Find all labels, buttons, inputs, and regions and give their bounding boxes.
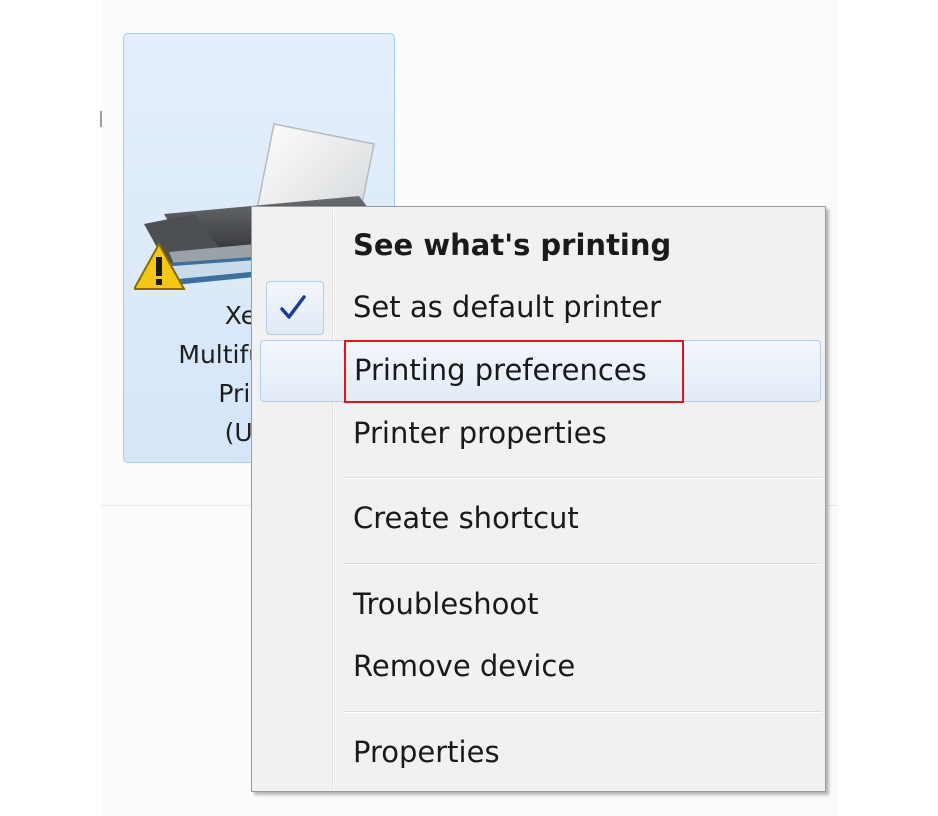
menu-separator bbox=[343, 711, 822, 713]
menu-item-label: Remove device bbox=[353, 649, 576, 683]
menu-item-remove-device[interactable]: Remove device bbox=[254, 636, 823, 698]
menu-item-label: Troubleshoot bbox=[353, 587, 539, 621]
menu-item-see-whats-printing[interactable]: See what's printing bbox=[254, 215, 823, 277]
menu-item-set-as-default-printer[interactable]: Set as default printer bbox=[254, 277, 823, 339]
menu-item-label: Printer properties bbox=[353, 416, 607, 450]
menu-item-create-shortcut[interactable]: Create shortcut bbox=[254, 488, 823, 550]
menu-item-label: Set as default printer bbox=[353, 290, 662, 324]
menu-item-label: See what's printing bbox=[353, 228, 672, 262]
menu-separator bbox=[343, 477, 822, 479]
printer-context-menu: See what's printing Set as default print… bbox=[251, 206, 826, 792]
menu-item-label: Create shortcut bbox=[353, 501, 579, 535]
menu-item-printer-properties[interactable]: Printer properties bbox=[254, 403, 823, 465]
check-icon bbox=[280, 295, 306, 319]
menu-separator bbox=[343, 563, 822, 565]
pane-edge-marker bbox=[100, 111, 102, 127]
menu-item-properties[interactable]: Properties bbox=[254, 722, 823, 784]
menu-item-troubleshoot[interactable]: Troubleshoot bbox=[254, 574, 823, 636]
menu-item-label: Properties bbox=[353, 735, 500, 769]
annotation-highlight-box bbox=[344, 340, 684, 403]
